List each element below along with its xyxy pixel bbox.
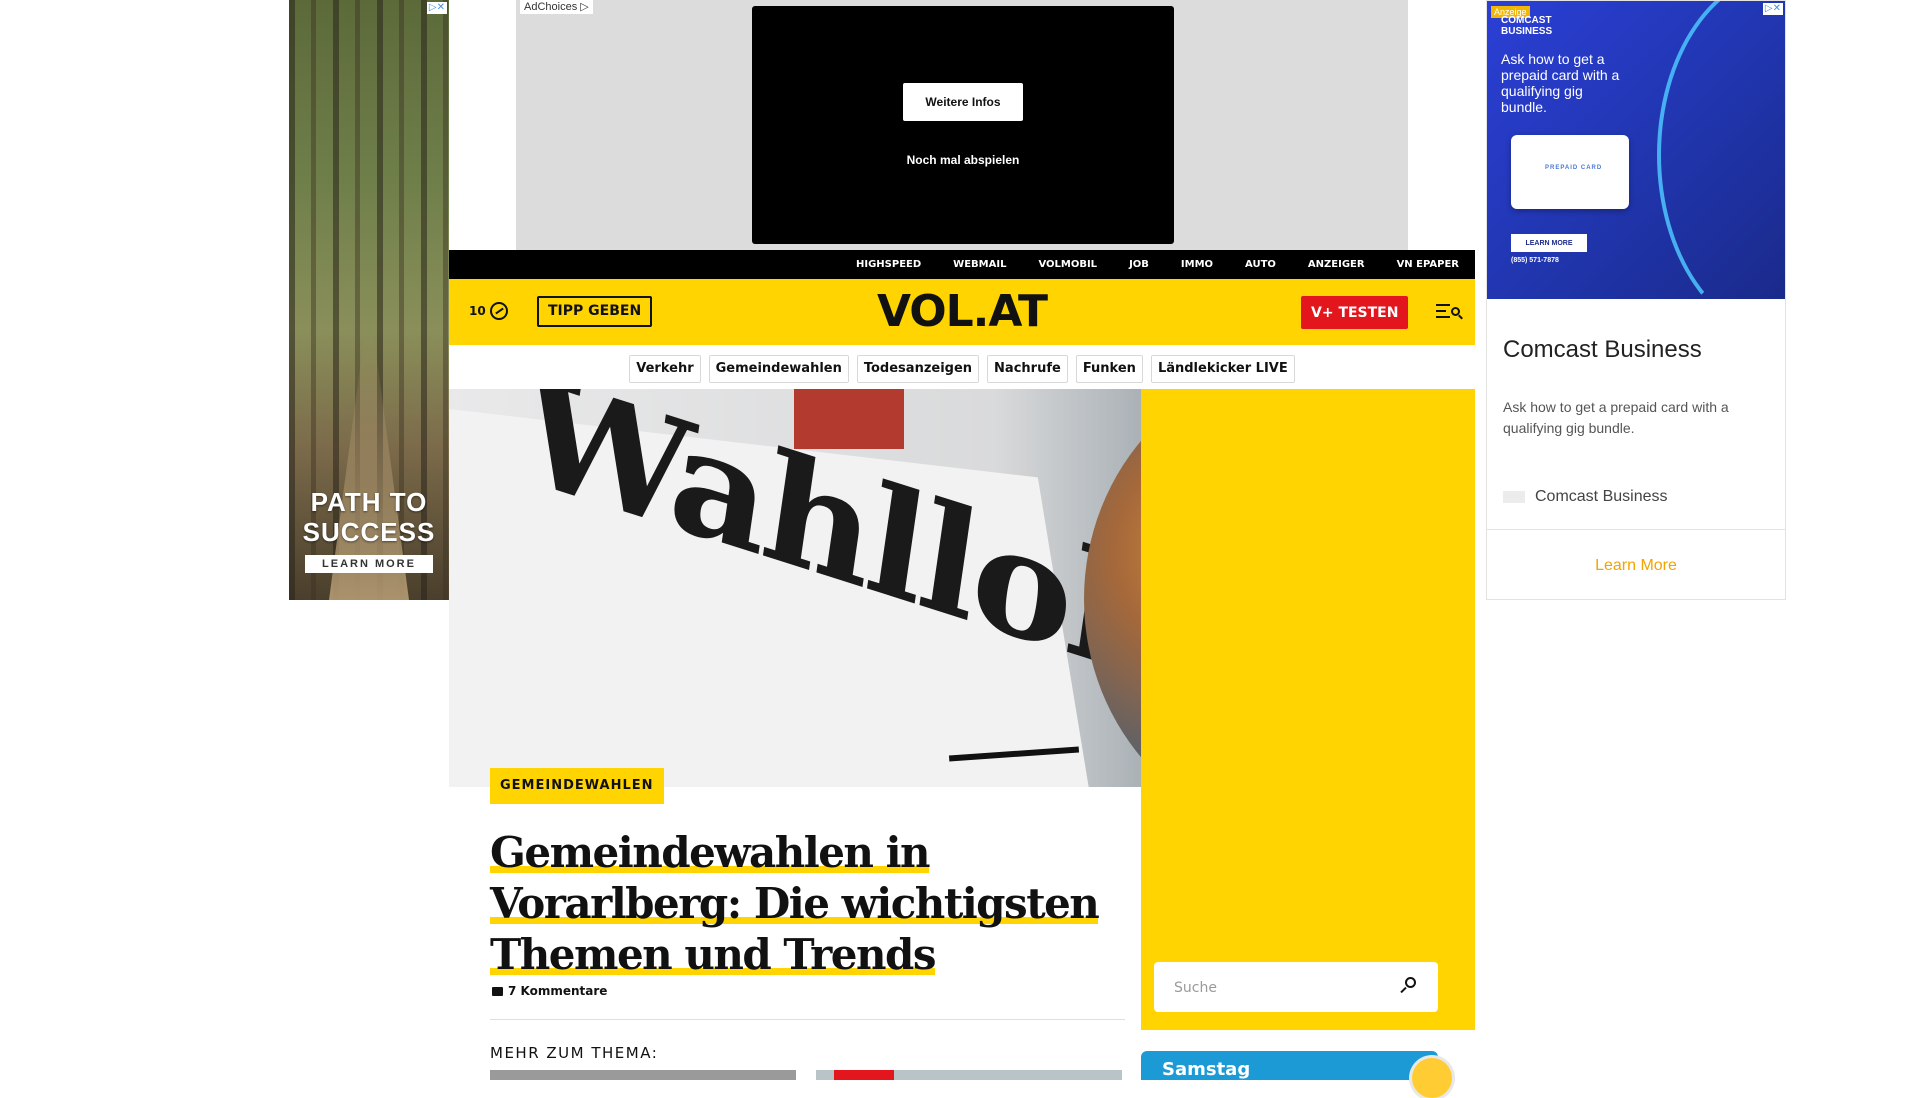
service-nav-item[interactable]: VN EPAPER xyxy=(1397,259,1459,270)
service-nav-list: HIGHSPEED WEBMAIL VOLMOBIL JOB IMMO AUTO ANZEI… xyxy=(824,250,1459,279)
related-thumbnail[interactable] xyxy=(490,1070,796,1080)
service-nav-item[interactable]: JOB xyxy=(1129,259,1149,270)
ad-creative-learn-more-button[interactable]: LEARN MORE xyxy=(1511,234,1587,252)
ad-learn-more-button[interactable]: LEARN MORE xyxy=(305,555,433,573)
search-input[interactable] xyxy=(1172,962,1396,1014)
weather-day: Samstag xyxy=(1162,1059,1251,1080)
weather-widget[interactable]: 10 xyxy=(469,302,508,320)
article-title[interactable]: Gemeindewahlen in Vorarlberg: Die wichti… xyxy=(490,827,1110,980)
ad-advertiser[interactable]: Comcast Business xyxy=(1503,488,1668,506)
service-nav-item[interactable]: ANZEIGER xyxy=(1308,259,1365,270)
ad-arc-graphic xyxy=(1657,1,1785,299)
more-info-button[interactable]: Weitere Infos xyxy=(903,83,1023,121)
topics-list: Verkehr Gemeindewahlen Todesanzeigen Nachru… xyxy=(449,355,1475,383)
topic-chip[interactable]: Funken xyxy=(1075,355,1143,383)
prepaid-card-image: PREPAID CARD xyxy=(1511,135,1629,209)
ad-close-icon[interactable]: ▷✕ xyxy=(426,2,447,14)
sun-icon xyxy=(1412,1058,1452,1098)
ad-headline: PATH TO SUCCESS xyxy=(302,487,436,547)
ad-video-player[interactable]: Weitere Infos Noch mal abspielen xyxy=(752,6,1174,244)
weather-icon xyxy=(489,302,508,320)
topics-bar: Verkehr Gemeindewahlen Todesanzeigen Nachru… xyxy=(449,345,1475,389)
ad-creative[interactable]: Anzeige COMCAST BUSINESS Ask how to get a… xyxy=(1487,1,1785,299)
search-icon[interactable] xyxy=(1400,977,1416,993)
tipp-geben-button[interactable]: TIPP GEBEN xyxy=(537,296,653,327)
advertiser-logo xyxy=(1503,491,1525,503)
right-sidebar-ad[interactable]: Anzeige COMCAST BUSINESS Ask how to get a… xyxy=(1486,0,1786,600)
divider xyxy=(490,1019,1125,1020)
related-heading: MEHR ZUM THEMA: xyxy=(490,1044,659,1062)
temperature-value: 10 xyxy=(469,304,486,318)
comments-link[interactable]: 7 Kommentare xyxy=(492,984,607,998)
related-thumbnail[interactable] xyxy=(816,1070,1122,1080)
topic-chip[interactable]: Todesanzeigen xyxy=(856,355,980,383)
ad-creative-text: Ask how to get a prepaid card with a qua… xyxy=(1501,51,1620,115)
divider xyxy=(1487,529,1785,530)
topic-chip[interactable]: Gemeindewahlen xyxy=(708,355,849,383)
ad-close-icon[interactable]: ▷✕ xyxy=(1762,3,1783,15)
category-badge[interactable]: GEMEINDEWAHLEN xyxy=(490,768,664,804)
service-nav-item[interactable]: WEBMAIL xyxy=(953,259,1006,270)
ad-description: Ask how to get a prepaid card with a qua… xyxy=(1503,399,1729,436)
site-header: 10 TIPP GEBEN VOL.AT V+ TESTEN xyxy=(449,279,1475,345)
replay-link[interactable]: Noch mal abspielen xyxy=(752,153,1174,167)
topic-chip[interactable]: Verkehr xyxy=(629,355,701,383)
topic-chip[interactable]: Ländlekicker LIVE xyxy=(1150,355,1295,383)
menu-search-icon[interactable] xyxy=(1436,301,1460,321)
ad-phone: (855) 571-7878 xyxy=(1511,257,1559,264)
left-skyscraper-ad[interactable]: ▷✕ PATH TO SUCCESS LEARN MORE xyxy=(289,0,449,600)
top-banner-ad: AdChoices ▷ Weitere Infos Noch mal abspi… xyxy=(516,0,1408,250)
search-box xyxy=(1154,962,1438,1014)
advertiser-name: Comcast Business xyxy=(1535,488,1668,505)
weather-teaser[interactable]: Samstag xyxy=(1141,1051,1438,1080)
topic-chip[interactable]: Nachrufe xyxy=(987,355,1068,383)
card-label: PREPAID CARD xyxy=(1545,165,1603,171)
article-card: GEMEINDEWAHLEN Gemeindewahlen in Vorarlb… xyxy=(449,768,1141,1080)
service-nav-bar: HIGHSPEED WEBMAIL VOLMOBIL JOB IMMO AUTO ANZEI… xyxy=(449,250,1475,279)
ad-title[interactable]: Comcast Business xyxy=(1503,336,1702,364)
adchoices-link[interactable]: AdChoices ▷ xyxy=(520,0,593,14)
ad-brand: COMCAST BUSINESS xyxy=(1501,15,1553,37)
comment-icon xyxy=(492,986,503,996)
service-nav-item[interactable]: HIGHSPEED xyxy=(856,259,921,270)
sidebar-panel xyxy=(1141,389,1475,1030)
comments-count: 7 Kommentare xyxy=(508,984,608,998)
service-nav-item[interactable]: AUTO xyxy=(1245,259,1276,270)
service-nav-item[interactable]: VOLMOBIL xyxy=(1038,259,1097,270)
ad-learn-more-link[interactable]: Learn More xyxy=(1487,557,1785,575)
service-nav-item[interactable]: IMMO xyxy=(1181,259,1213,270)
vplus-testen-button[interactable]: V+ TESTEN xyxy=(1301,296,1409,329)
